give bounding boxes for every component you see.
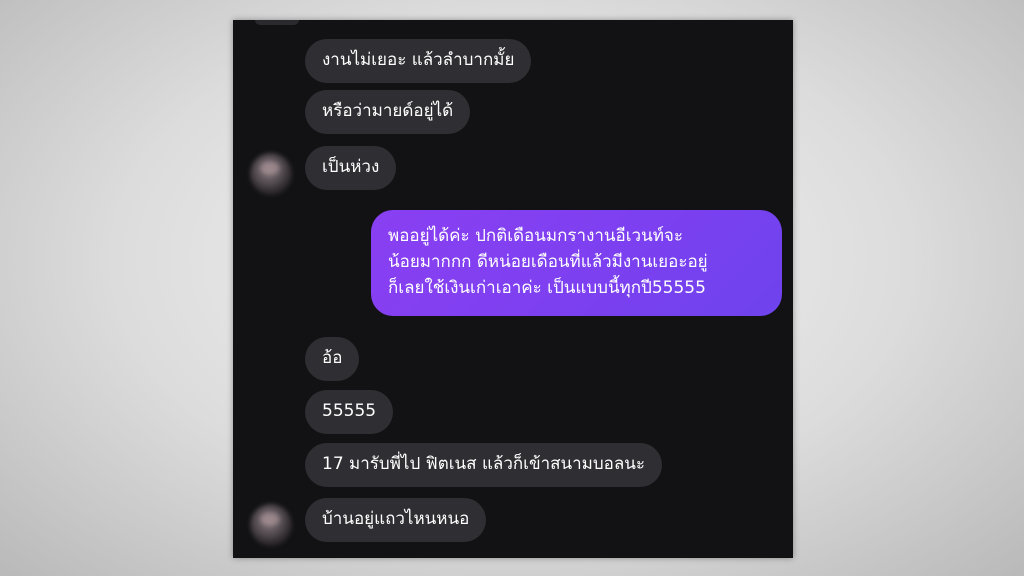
message-bubble-outgoing[interactable]: พออยู่ได้ค่ะ ปกติเดือนมกรางานอีเวนท์จะ น…: [371, 210, 782, 316]
message-bubble-incoming[interactable]: บ้านอยู่แถวไหนหนอ: [305, 498, 487, 542]
message-text-line: ก็เลยใช้เงินเก่าเอาค่ะ เป็นแบบนี้ทุกปี55…: [388, 278, 706, 298]
message-bubble-incoming[interactable]: เป็นห่วง: [305, 146, 397, 190]
message-text: งานไม่เยอะ แล้วลำบากมั้ย: [322, 50, 515, 70]
message-text: เป็นห่วง: [322, 157, 380, 177]
message-text: อ้อ: [322, 348, 343, 368]
message-text: 17 มารับพี่ไป ฟิตเนส แล้วก็เข้าสนามบอลนะ: [322, 454, 646, 474]
message-bubble-incoming[interactable]: 17 มารับพี่ไป ฟิตเนส แล้วก็เข้าสนามบอลนะ: [305, 443, 663, 487]
message-text: บ้านอยู่แถวไหนหนอ: [322, 509, 470, 529]
message-text-line: น้อยมากกก ดีหน่อยเดือนที่แล้วมีงานเยอะอย…: [388, 252, 708, 272]
message-bubble-incoming[interactable]: หรือว่ามายด์อยู่ได้: [305, 90, 471, 134]
message-text-line: พออยู่ได้ค่ะ ปกติเดือนมกรางานอีเวนท์จะ: [388, 226, 684, 246]
chat-panel: งานไม่เยอะ แล้วลำบากมั้ย หรือว่ามายด์อยู…: [233, 20, 793, 558]
sender-avatar[interactable]: [250, 153, 292, 195]
message-bubble-incoming[interactable]: อ้อ: [305, 337, 360, 381]
previous-message-edge: [255, 20, 299, 25]
message-text: หรือว่ามายด์อยู่ได้: [322, 101, 454, 121]
message-bubble-incoming[interactable]: งานไม่เยอะ แล้วลำบากมั้ย: [305, 39, 532, 83]
message-text: 55555: [322, 401, 377, 421]
sender-avatar[interactable]: [250, 504, 292, 546]
message-bubble-incoming[interactable]: 55555: [305, 390, 394, 434]
